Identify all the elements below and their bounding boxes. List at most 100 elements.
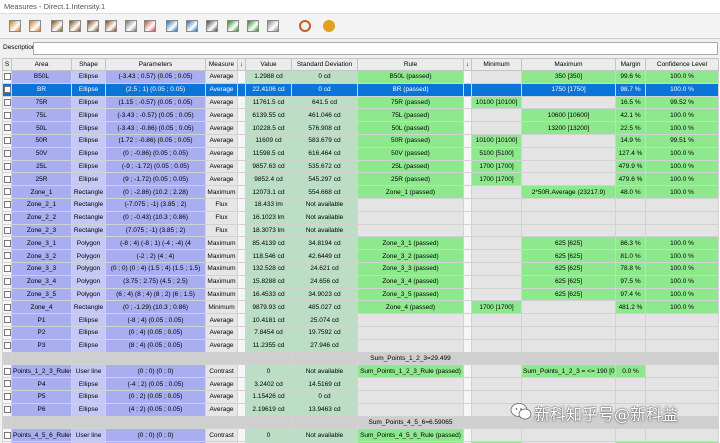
description-input[interactable] — [33, 42, 718, 55]
maximum-cell[interactable] — [521, 133, 616, 148]
rule-cell[interactable]: 75R (passed) — [357, 95, 464, 110]
shape-cell[interactable]: Ellipse — [71, 159, 106, 174]
area-cell[interactable]: P2 — [11, 325, 72, 340]
table-row[interactable]: 50V Ellipse (0 ; -0.86) (0.05 ; 0.05) Avera… — [2, 146, 719, 161]
measure-cell[interactable]: Average — [205, 133, 238, 148]
measure-cell[interactable]: Contrast — [205, 428, 238, 443]
table-row[interactable]: Zone_3_1 Polygon (-8 ; 4) (-8 ; 1) (-4 ; -… — [2, 236, 719, 251]
parameters-cell[interactable]: (0 ; 2) (0.05 ; 0.05) — [105, 389, 206, 404]
parameters-cell[interactable]: (0 ; -0.86) (0.05 ; 0.05) — [105, 146, 206, 161]
rule-cell[interactable]: Zone_3_3 (passed) — [357, 261, 464, 276]
rule-cell[interactable]: Zone_4 (passed) — [357, 300, 464, 315]
minimum-cell[interactable] — [471, 313, 522, 327]
select-checkbox[interactable] — [2, 338, 12, 353]
parameters-cell[interactable]: (4 ; 2) (0.05 ; 0.05) — [105, 402, 206, 417]
parameters-cell[interactable]: (0 ; 0) (0 ; 4) (1.5 ; 4) (1.5 ; 1.5) — [105, 261, 206, 276]
shape-cell[interactable]: Ellipse — [71, 313, 106, 327]
header-col-margin[interactable]: Margin — [615, 58, 646, 71]
maximum-cell[interactable]: 13200 [13200] — [521, 121, 616, 135]
export-button[interactable] — [66, 17, 84, 35]
shape-cell[interactable]: Ellipse — [71, 146, 106, 161]
settings-gear-button[interactable] — [296, 17, 314, 35]
checkbox[interactable] — [4, 86, 11, 94]
header-col-s[interactable]: S — [2, 58, 12, 71]
rule-cell[interactable]: Zone_3_4 (passed) — [357, 274, 464, 289]
area-cell[interactable]: 50L — [11, 121, 72, 135]
table-row[interactable]: 75L Ellipse (-3.43 ; -0.57) (0.05 ; 0.05) A… — [2, 108, 719, 123]
table-row[interactable]: Zone_3_2 Polygon (-2 ; 2) (4 ; 4) Maximum 11… — [2, 249, 719, 263]
parameters-cell[interactable]: (-8 ; 4) (0.05 ; 0.05) — [105, 313, 206, 327]
rule-cell[interactable]: B50L (passed) — [357, 70, 464, 84]
select-checkbox[interactable] — [2, 108, 12, 123]
select-checkbox[interactable] — [2, 300, 12, 315]
select-checkbox[interactable] — [2, 287, 12, 302]
table-row[interactable]: 75R Ellipse (1.15 ; -0.57) (0.05 ; 0.05) Av… — [2, 95, 719, 110]
chart-button[interactable] — [264, 17, 282, 35]
maximum-cell[interactable] — [521, 95, 616, 110]
select-checkbox[interactable] — [2, 377, 12, 391]
header-col-arrow1[interactable]: ↓ — [237, 58, 246, 71]
minimum-cell[interactable] — [471, 197, 522, 212]
table-row[interactable]: Zone_2_3 Rectangle (7.075 ; -1) (3.85 ; 2)… — [2, 223, 719, 238]
checkbox[interactable] — [4, 406, 11, 413]
shape-cell[interactable]: Ellipse — [71, 108, 106, 123]
shape-cell[interactable]: Rectangle — [71, 223, 106, 238]
select-checkbox[interactable] — [2, 223, 12, 238]
area-cell[interactable]: 75R — [11, 95, 72, 110]
minimum-cell[interactable] — [471, 185, 522, 199]
parameters-cell[interactable]: (6 ; 4) (8 ; 4) (8 ; 2) (6 ; 1.5) — [105, 287, 206, 302]
shape-cell[interactable]: Ellipse — [71, 402, 106, 417]
table-row[interactable]: 25R Ellipse (9 ; -1.72) (0.05 ; 0.05) Avera… — [2, 172, 719, 187]
select-checkbox[interactable] — [2, 146, 12, 161]
header-col-std[interactable]: Standard Deviation — [291, 58, 358, 71]
minimum-cell[interactable] — [471, 121, 522, 135]
shape-cell[interactable]: Polygon — [71, 249, 106, 263]
shape-cell[interactable]: Ellipse — [71, 82, 106, 97]
checkbox[interactable] — [4, 175, 11, 183]
sum-row[interactable]: Sum_Points_1_2_3=29.499 — [2, 351, 719, 366]
minimum-cell[interactable] — [471, 261, 522, 276]
select-checkbox[interactable] — [2, 274, 12, 289]
area-cell[interactable]: Points_4_5_6_Rules — [11, 428, 72, 443]
table-row[interactable]: Points_1_2_3_Rules User line (0 ; 0) (0 ; … — [2, 364, 719, 379]
measure-cell[interactable]: Average — [205, 402, 238, 417]
checkbox[interactable] — [4, 214, 11, 222]
maximum-cell[interactable] — [521, 159, 616, 174]
area-cell[interactable]: 50V — [11, 146, 72, 161]
move-down-button[interactable] — [244, 17, 262, 35]
minimum-cell[interactable]: 10100 [10100] — [471, 95, 522, 110]
table-row[interactable]: 50L Ellipse (-3.43 ; -0.86) (0.05 ; 0.05) A… — [2, 121, 719, 135]
measure-cell[interactable]: Average — [205, 338, 238, 353]
add-area-button[interactable] — [6, 17, 24, 35]
area-cell[interactable]: Zone_2_3 — [11, 223, 72, 238]
measure-cell[interactable]: Average — [205, 95, 238, 110]
select-checkbox[interactable] — [2, 428, 12, 443]
area-cell[interactable]: Zone_3_3 — [11, 261, 72, 276]
checkbox[interactable] — [4, 111, 11, 119]
table-row[interactable]: 50R Ellipse (1.72 ; -0.86) (0.05 ; 0.05) Av… — [2, 133, 719, 148]
select-checkbox[interactable] — [2, 261, 12, 276]
rule-cell[interactable]: Sum_Points_1_2_3_Rule (passed) — [357, 364, 464, 379]
checkbox[interactable] — [4, 201, 11, 209]
rule-cell[interactable] — [357, 338, 464, 353]
shape-cell[interactable]: Ellipse — [71, 325, 106, 340]
header-col-minimum[interactable]: Minimum — [471, 58, 522, 71]
shape-cell[interactable]: Ellipse — [71, 121, 106, 135]
maximum-cell[interactable] — [521, 300, 616, 315]
parameters-cell[interactable]: (8 ; 4) (0.05 ; 0.05) — [105, 338, 206, 353]
maximum-cell[interactable]: 2*50R.Average (23217.9) — [521, 185, 616, 199]
minimum-cell[interactable] — [471, 70, 522, 84]
select-checkbox[interactable] — [2, 236, 12, 251]
checkbox[interactable] — [4, 162, 11, 170]
area-cell[interactable]: Zone_3_1 — [11, 236, 72, 251]
checkbox[interactable] — [4, 239, 11, 247]
checkbox[interactable] — [4, 226, 11, 234]
table-row[interactable]: Zone_3_3 Polygon (0 ; 0) (0 ; 4) (1.5 ; 4)… — [2, 261, 719, 276]
rule-cell[interactable]: 50V (passed) — [357, 146, 464, 161]
shape-cell[interactable]: Rectangle — [71, 210, 106, 225]
header-col-shape[interactable]: Shape — [71, 58, 106, 71]
maximum-cell[interactable] — [521, 428, 616, 443]
minimum-cell[interactable] — [471, 249, 522, 263]
checkbox[interactable] — [4, 137, 11, 145]
rule-cell[interactable]: 25R (passed) — [357, 172, 464, 187]
